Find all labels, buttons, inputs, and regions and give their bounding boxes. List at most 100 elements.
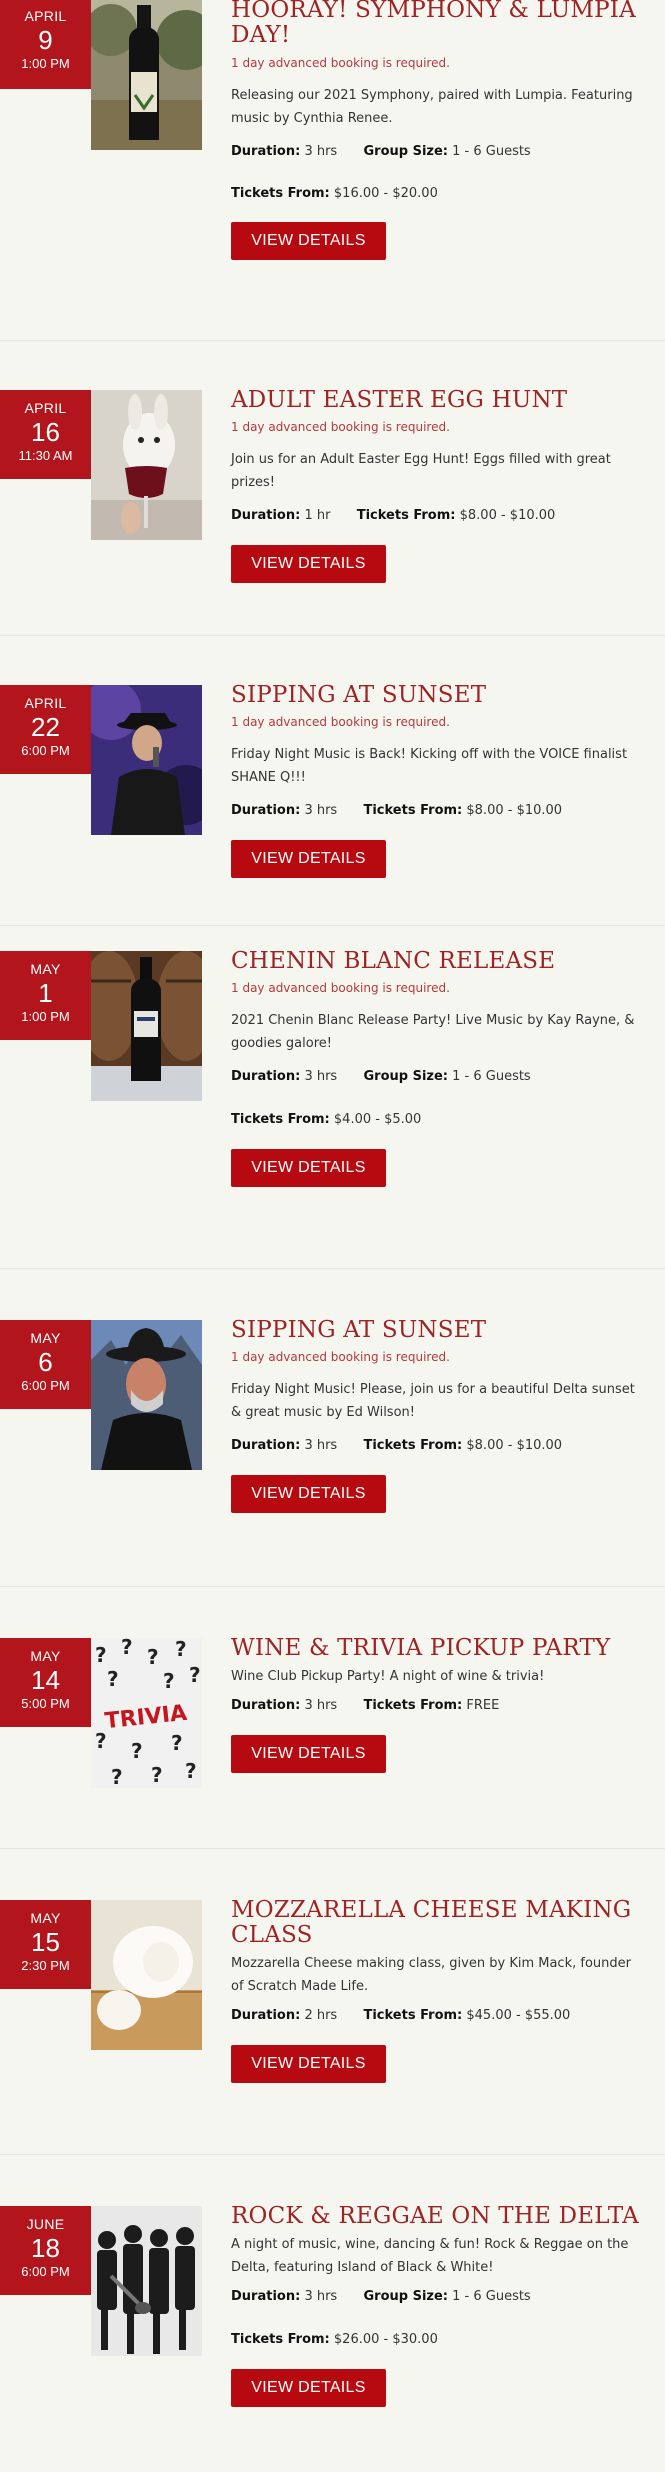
event-image-wine-bottle-barrels[interactable] — [91, 951, 202, 1101]
booking-notice: 1 day advanced booking is required. — [231, 715, 450, 729]
event-title[interactable]: SIPPING AT SUNSET — [231, 683, 646, 708]
group-size-value: 1 - 6 Guests — [452, 2289, 531, 2304]
duration-value: 3 hrs — [304, 1438, 338, 1453]
date-badge: APRIL 22 6:00 PM — [0, 685, 91, 774]
date-time: 6:00 PM — [21, 2264, 70, 2279]
ticket-price: Tickets From: $16.00 - $20.00 — [231, 186, 646, 201]
event-content: ADULT EASTER EGG HUNT 1 day advanced boo… — [231, 388, 646, 583]
event-description: 2021 Chenin Blanc Release Party! Live Mu… — [231, 1013, 635, 1051]
event-image-wine-bottle[interactable] — [91, 0, 202, 150]
event-title[interactable]: SIPPING AT SUNSET — [231, 1318, 646, 1343]
view-details-button[interactable]: VIEW DETAILS — [231, 2369, 386, 2407]
svg-text:?: ? — [171, 1731, 183, 1755]
event-image-trivia[interactable]: ???? ??? ??? ??? TRIVIA — [91, 1638, 202, 1788]
event-title[interactable]: WINE & TRIVIA PICKUP PARTY — [231, 1636, 646, 1661]
view-details-button[interactable]: VIEW DETAILS — [231, 2045, 386, 2083]
date-time: 5:00 PM — [21, 1696, 70, 1711]
event-description: Join us for an Adult Easter Egg Hunt! Eg… — [231, 452, 611, 490]
svg-text:?: ? — [121, 1638, 133, 1659]
tickets-label: Tickets From: — [363, 1698, 463, 1713]
event-description: Releasing our 2021 Symphony, paired with… — [231, 88, 633, 126]
date-day: 6 — [38, 1347, 53, 1377]
event-content: SIPPING AT SUNSET 1 day advanced booking… — [231, 683, 646, 878]
tickets-label: Tickets From: — [363, 2008, 463, 2023]
event-content: HOORAY! SYMPHONY & LUMPIA DAY! 1 day adv… — [231, 0, 646, 260]
event-meta: Duration: 3 hrs Tickets From: $8.00 - $1… — [231, 803, 646, 818]
event-description: Mozzarella Cheese making class, given by… — [231, 1956, 631, 1994]
event-content: WINE & TRIVIA PICKUP PARTY Wine Club Pic… — [231, 1636, 646, 1773]
date-time: 11:30 AM — [18, 448, 73, 463]
svg-text:?: ? — [95, 1729, 107, 1753]
date-day: 14 — [31, 1665, 60, 1695]
tickets-value: $8.00 - $10.00 — [466, 803, 563, 818]
duration-value: 3 hrs — [304, 1069, 338, 1084]
duration-label: Duration: — [231, 144, 301, 159]
event-title[interactable]: ADULT EASTER EGG HUNT — [231, 388, 646, 413]
event-meta: Duration: 2 hrs Tickets From: $45.00 - $… — [231, 2008, 646, 2023]
event-card: MAY 1 1:00 PM CHENIN BLANC RELEASE 1 day… — [0, 925, 665, 1269]
group-size-value: 1 - 6 Guests — [452, 144, 531, 159]
date-month: MAY — [30, 1910, 61, 1926]
svg-text:?: ? — [163, 1669, 175, 1693]
duration-value: 3 hrs — [304, 1698, 338, 1713]
date-day: 22 — [31, 712, 60, 742]
duration-value: 3 hrs — [304, 2289, 338, 2304]
svg-text:?: ? — [111, 1765, 123, 1788]
event-title[interactable]: HOORAY! SYMPHONY & LUMPIA DAY! — [231, 0, 646, 48]
duration-label: Duration: — [231, 508, 301, 523]
event-meta: Duration: 3 hrs Tickets From: $8.00 - $1… — [231, 1438, 646, 1453]
event-card: MAY 15 2:30 PM MOZZARELLA CHEESE MAKING … — [0, 1848, 665, 2155]
view-details-button[interactable]: VIEW DETAILS — [231, 222, 386, 260]
view-details-button[interactable]: VIEW DETAILS — [231, 840, 386, 878]
tickets-value: $8.00 - $10.00 — [466, 1438, 563, 1453]
booking-notice: 1 day advanced booking is required. — [231, 1350, 450, 1364]
event-image-mozzarella[interactable] — [91, 1900, 202, 2050]
date-time: 6:00 PM — [21, 1378, 70, 1393]
group-size-label: Group Size: — [363, 1069, 448, 1084]
date-time: 1:00 PM — [21, 1009, 70, 1024]
event-description: A night of music, wine, dancing & fun! R… — [231, 2237, 629, 2275]
date-day: 9 — [38, 25, 53, 55]
tickets-value: $45.00 - $55.00 — [466, 2008, 571, 2023]
event-meta: Duration: 3 hrs Group Size: 1 - 6 Guests — [231, 1069, 646, 1084]
date-badge: MAY 14 5:00 PM — [0, 1638, 91, 1727]
event-image-singer-hat[interactable] — [91, 685, 202, 835]
duration-value: 3 hrs — [304, 144, 338, 159]
view-details-button[interactable]: VIEW DETAILS — [231, 1735, 386, 1773]
date-month: MAY — [30, 1330, 61, 1346]
tickets-label: Tickets From: — [231, 186, 330, 201]
svg-text:?: ? — [147, 1645, 159, 1669]
view-details-button[interactable]: VIEW DETAILS — [231, 1149, 386, 1187]
event-title[interactable]: MOZZARELLA CHEESE MAKING CLASS — [231, 1898, 646, 1948]
event-content: MOZZARELLA CHEESE MAKING CLASS Mozzarell… — [231, 1898, 646, 2083]
svg-text:?: ? — [95, 1643, 107, 1667]
view-details-button[interactable]: VIEW DETAILS — [231, 1475, 386, 1513]
duration-label: Duration: — [231, 2289, 301, 2304]
date-month: APRIL — [24, 8, 67, 24]
date-day: 18 — [31, 2233, 60, 2263]
svg-text:?: ? — [131, 1739, 143, 1763]
date-day: 15 — [31, 1927, 60, 1957]
duration-label: Duration: — [231, 1069, 301, 1084]
event-title[interactable]: ROCK & REGGAE ON THE DELTA — [231, 2204, 646, 2229]
event-image-band-photo[interactable] — [91, 2206, 202, 2356]
date-time: 6:00 PM — [21, 743, 70, 758]
duration-value: 1 hr — [304, 508, 331, 523]
date-day: 1 — [38, 978, 53, 1008]
tickets-value: $26.00 - $30.00 — [333, 2332, 438, 2347]
event-image-cowboy-musician[interactable] — [91, 1320, 202, 1470]
view-details-button[interactable]: VIEW DETAILS — [231, 545, 386, 583]
event-title[interactable]: CHENIN BLANC RELEASE — [231, 949, 646, 974]
event-image-bunny-wine-glass[interactable] — [91, 390, 202, 540]
date-badge: MAY 6 6:00 PM — [0, 1320, 91, 1409]
date-badge: MAY 1 1:00 PM — [0, 951, 91, 1040]
event-description: Friday Night Music! Please, join us for … — [231, 1382, 635, 1420]
event-meta: Duration: 3 hrs Tickets From: FREE — [231, 1698, 646, 1713]
date-badge: MAY 15 2:30 PM — [0, 1900, 91, 1989]
tickets-label: Tickets From: — [231, 2332, 330, 2347]
event-card: MAY 14 5:00 PM ???? ??? ??? ??? TRIVIA W… — [0, 1586, 665, 1849]
tickets-value: FREE — [466, 1698, 500, 1713]
svg-text:?: ? — [107, 1667, 119, 1691]
date-month: MAY — [30, 961, 61, 977]
svg-text:?: ? — [175, 1638, 187, 1661]
